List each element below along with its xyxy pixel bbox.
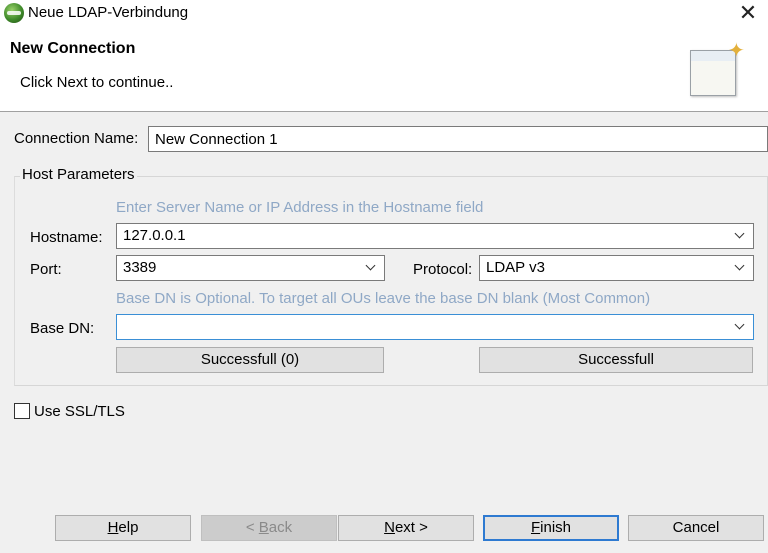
protocol-combo[interactable]: LDAP v3 (479, 255, 754, 281)
hostname-label: Hostname: (30, 229, 103, 246)
window-title: Neue LDAP-Verbindung (28, 4, 189, 21)
test-connection-button[interactable]: Successfull (0) (116, 347, 384, 373)
finish-button[interactable]: Finish (483, 515, 619, 541)
title-bar: Neue LDAP-Verbindung ✕ (0, 0, 768, 28)
base-dn-combo[interactable] (116, 314, 754, 340)
hostname-combo[interactable]: 127.0.0.1 (116, 223, 754, 249)
port-value: 3389 (123, 259, 157, 276)
cancel-button[interactable]: Cancel (628, 515, 764, 541)
chevron-down-icon[interactable] (733, 318, 747, 334)
connection-name-input[interactable] (148, 126, 768, 152)
chevron-down-icon[interactable] (733, 227, 747, 243)
connection-name-label: Connection Name: (14, 130, 139, 147)
port-combo[interactable]: 3389 (116, 255, 385, 281)
wizard-banner: New Connection Click Next to continue.. … (0, 28, 768, 112)
ssl-checkbox[interactable] (14, 403, 30, 419)
page-title: New Connection (10, 40, 136, 57)
wizard-window-icon: ✦ (690, 40, 745, 100)
back-button[interactable]: < Back (201, 515, 337, 541)
hostname-hint: Enter Server Name or IP Address in the H… (116, 199, 484, 216)
close-button[interactable]: ✕ (728, 0, 768, 28)
port-label: Port: (30, 261, 62, 278)
base-dn-hint: Base DN is Optional. To target all OUs l… (116, 290, 651, 307)
chevron-down-icon[interactable] (364, 259, 378, 275)
hostname-value: 127.0.0.1 (123, 227, 186, 244)
next-button[interactable]: Next > (338, 515, 474, 541)
test-base-dn-button[interactable]: Successfull (479, 347, 753, 373)
host-parameters-legend: Host Parameters (20, 166, 137, 183)
help-button[interactable]: Help (55, 515, 191, 541)
app-icon (4, 3, 24, 23)
protocol-value: LDAP v3 (486, 259, 545, 276)
base-dn-label: Base DN: (30, 320, 95, 337)
protocol-label: Protocol: (413, 261, 473, 278)
chevron-down-icon[interactable] (733, 259, 747, 275)
page-subtitle: Click Next to continue.. (20, 74, 174, 91)
ssl-label[interactable]: Use SSL/TLS (34, 403, 125, 420)
